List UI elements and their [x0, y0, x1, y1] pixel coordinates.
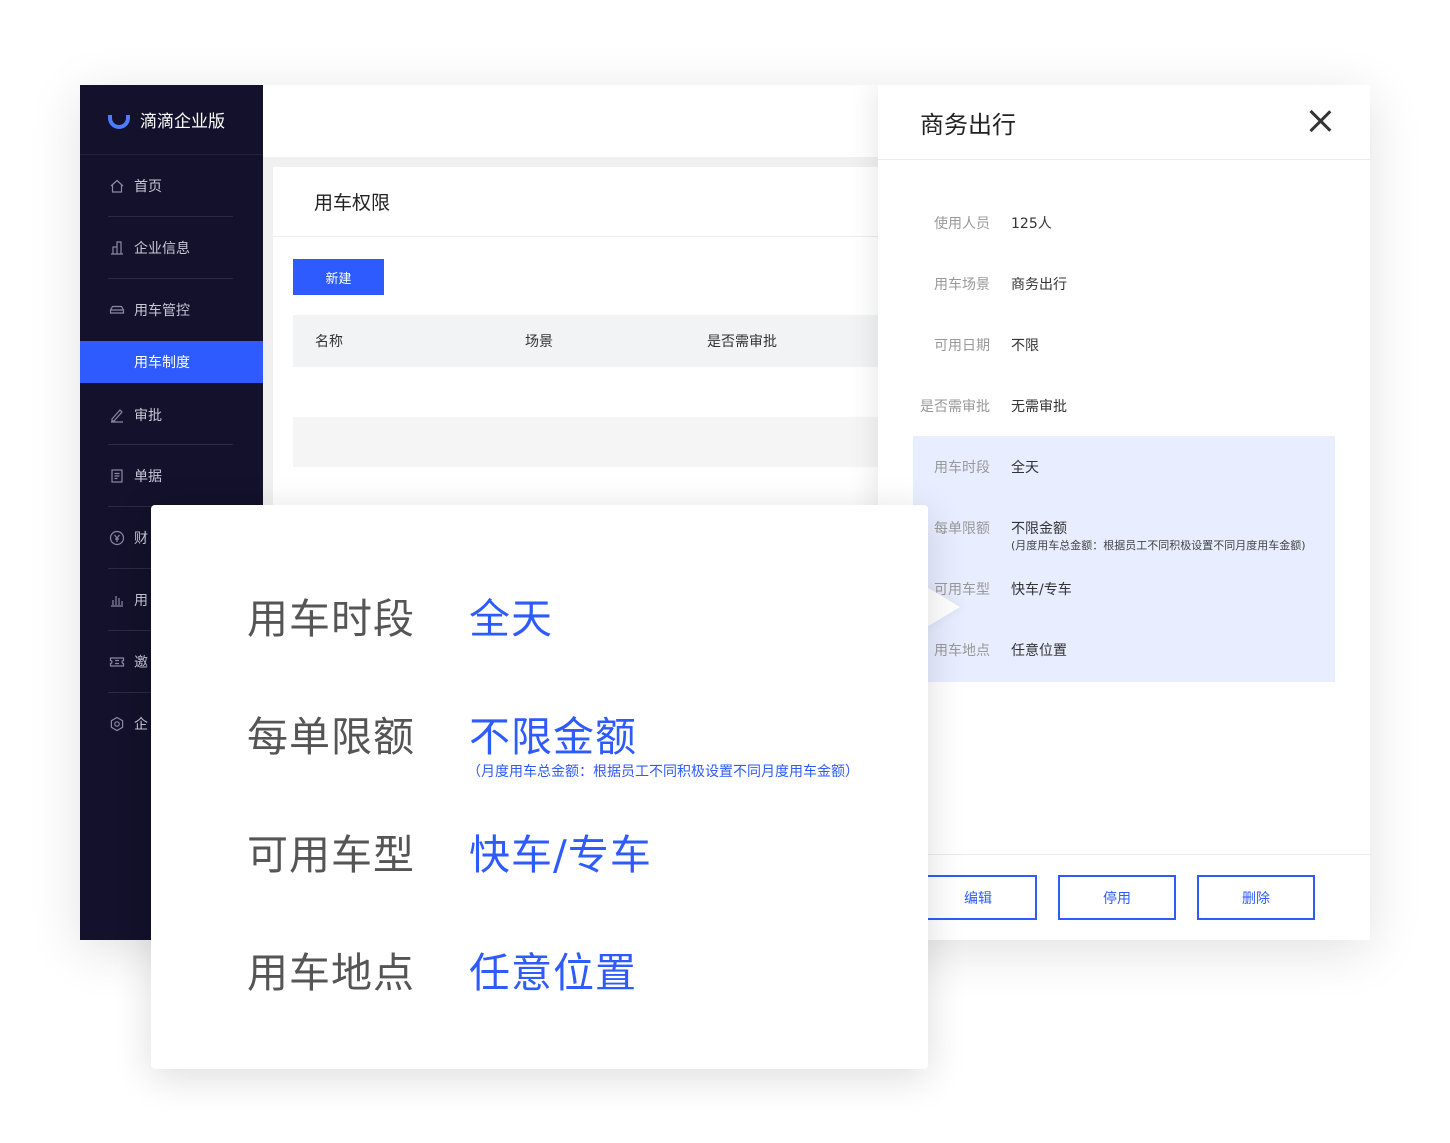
table-row[interactable] [293, 367, 893, 417]
sidebar-item-home[interactable]: 首页 [80, 155, 263, 217]
detail-label: 用车地点 [934, 643, 990, 659]
column-header-name[interactable]: 名称 [315, 331, 343, 351]
permission-table: 名称 场景 是否需审批 [293, 315, 893, 467]
delete-button[interactable]: 删除 [1197, 875, 1315, 920]
zoom-value: 全天 [469, 595, 553, 643]
detail-row-time: 用车时段 全天 [878, 435, 1370, 496]
column-header-approval[interactable]: 是否需审批 [707, 331, 777, 351]
pen-icon [109, 407, 125, 423]
detail-note: (月度用车总金额：根据员工不同积极设置不同月度用车金额) [1011, 539, 1306, 552]
detail-label: 用车时段 [934, 460, 990, 476]
column-header-scene[interactable]: 场景 [525, 331, 553, 351]
detail-label: 用车场景 [934, 277, 990, 293]
zoom-label: 用车地点 [247, 949, 415, 997]
gear-icon [109, 716, 125, 732]
detail-label: 每单限额 [934, 521, 990, 537]
detail-label: 可用日期 [934, 338, 990, 354]
sidebar-item-documents[interactable]: 单据 [80, 445, 263, 507]
logo-text: 滴滴企业版 [140, 112, 225, 132]
detail-label: 使用人员 [934, 216, 990, 232]
sidebar-item-label: 用 [134, 593, 148, 609]
zoom-label: 用车时段 [247, 595, 415, 643]
sidebar-item-label: 企 [134, 717, 148, 733]
drawer-title: 商务出行 [878, 85, 1370, 160]
bar-chart-icon [109, 592, 125, 608]
disable-button[interactable]: 停用 [1058, 875, 1176, 920]
car-icon [109, 302, 125, 318]
sidebar-item-car-control[interactable]: 用车管控 [80, 279, 263, 341]
sidebar-item-label: 首页 [134, 179, 162, 195]
sidebar-item-label: 财 [134, 531, 148, 547]
detail-drawer: 商务出行 使用人员 125人 用车场景 商务出行 可用日期 不限 是否需审批 无… [878, 85, 1370, 940]
detail-value: 不限 [1011, 338, 1039, 354]
zoom-value: 快车/专车 [469, 831, 652, 879]
building-icon [109, 240, 125, 256]
yen-icon [109, 530, 125, 546]
detail-row-users: 使用人员 125人 [878, 191, 1370, 252]
sidebar-item-label: 邀 [134, 655, 148, 671]
detail-row-approval: 是否需审批 无需审批 [878, 374, 1370, 435]
detail-value: 全天 [1011, 460, 1039, 476]
sidebar-item-label: 审批 [134, 407, 162, 424]
zoom-note: （月度用车总金额：根据员工不同积极设置不同月度用车金额） [467, 764, 859, 780]
detail-value: 不限金额 [1011, 521, 1067, 537]
sidebar-item-company-info[interactable]: 企业信息 [80, 217, 263, 279]
logo[interactable]: 滴滴企业版 [80, 85, 263, 155]
sidebar-item-label: 单据 [134, 469, 162, 485]
detail-value: 无需审批 [1011, 399, 1067, 415]
document-icon [109, 468, 125, 484]
detail-row-scene: 用车场景 商务出行 [878, 252, 1370, 313]
zoom-value: 不限金额 [469, 713, 637, 761]
edit-button[interactable]: 编辑 [919, 875, 1037, 920]
sidebar-subitem-car-policy[interactable]: 用车制度 [80, 341, 263, 383]
card-title: 用车权限 [273, 167, 893, 237]
drawer-footer: 编辑 停用 删除 [878, 854, 1370, 940]
zoom-label: 每单限额 [247, 713, 415, 761]
detail-value: 125人 [1011, 216, 1052, 232]
close-icon[interactable] [1308, 109, 1332, 133]
ticket-icon [109, 654, 125, 670]
detail-value: 快车/专车 [1011, 582, 1072, 598]
detail-label: 是否需审批 [920, 399, 990, 415]
sidebar-item-approval[interactable]: 审批 [80, 383, 263, 445]
detail-value: 商务出行 [1011, 277, 1067, 293]
detail-row-dates: 可用日期 不限 [878, 313, 1370, 374]
sidebar-item-label: 用车管控 [134, 303, 190, 319]
table-row[interactable] [293, 417, 893, 467]
zoom-value: 任意位置 [469, 949, 637, 997]
new-button[interactable]: 新建 [293, 259, 384, 295]
sidebar-item-label: 企业信息 [134, 241, 190, 257]
detail-row-limit: 每单限额 不限金额 (月度用车总金额：根据员工不同积极设置不同月度用车金额) [878, 496, 1370, 557]
detail-value: 任意位置 [1011, 643, 1067, 659]
zoom-callout: 用车时段 全天 每单限额 不限金额 （月度用车总金额：根据员工不同积极设置不同月… [151, 505, 928, 1069]
home-icon [109, 178, 125, 194]
table-header: 名称 场景 是否需审批 [293, 315, 893, 367]
zoom-label: 可用车型 [247, 831, 415, 879]
didi-logo-icon [108, 114, 130, 129]
